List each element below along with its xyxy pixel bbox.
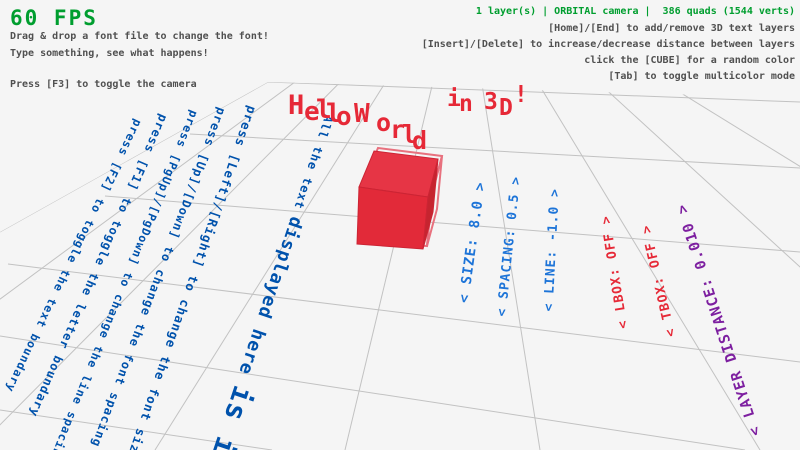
- fps-counter: 60 FPS: [10, 6, 98, 30]
- cube-face-front[interactable]: [357, 187, 428, 249]
- hint-drag-drop: Drag & drop a font file to change the fo…: [10, 31, 269, 42]
- render-window[interactable]: press [F2] to toggle the text boundary p…: [0, 0, 800, 450]
- hint-layer-distance: [Insert]/[Delete] to increase/decrease d…: [422, 39, 795, 50]
- hint-type-something: Type something, see what happens!: [10, 48, 209, 59]
- hint-toggle-camera: Press [F3] to toggle the camera: [10, 79, 197, 90]
- hint-add-remove-layers: [Home]/[End] to add/remove 3D text layer…: [548, 23, 795, 34]
- hint-multicolor-mode: [Tab] to toggle multicolor mode: [608, 71, 795, 82]
- cube[interactable]: [0, 0, 800, 450]
- hint-cube-random-color: click the [CUBE] for a random color: [584, 55, 795, 66]
- layers-camera-quads-status: 1 layer(s) | ORBITAL camera | 386 quads …: [476, 6, 795, 17]
